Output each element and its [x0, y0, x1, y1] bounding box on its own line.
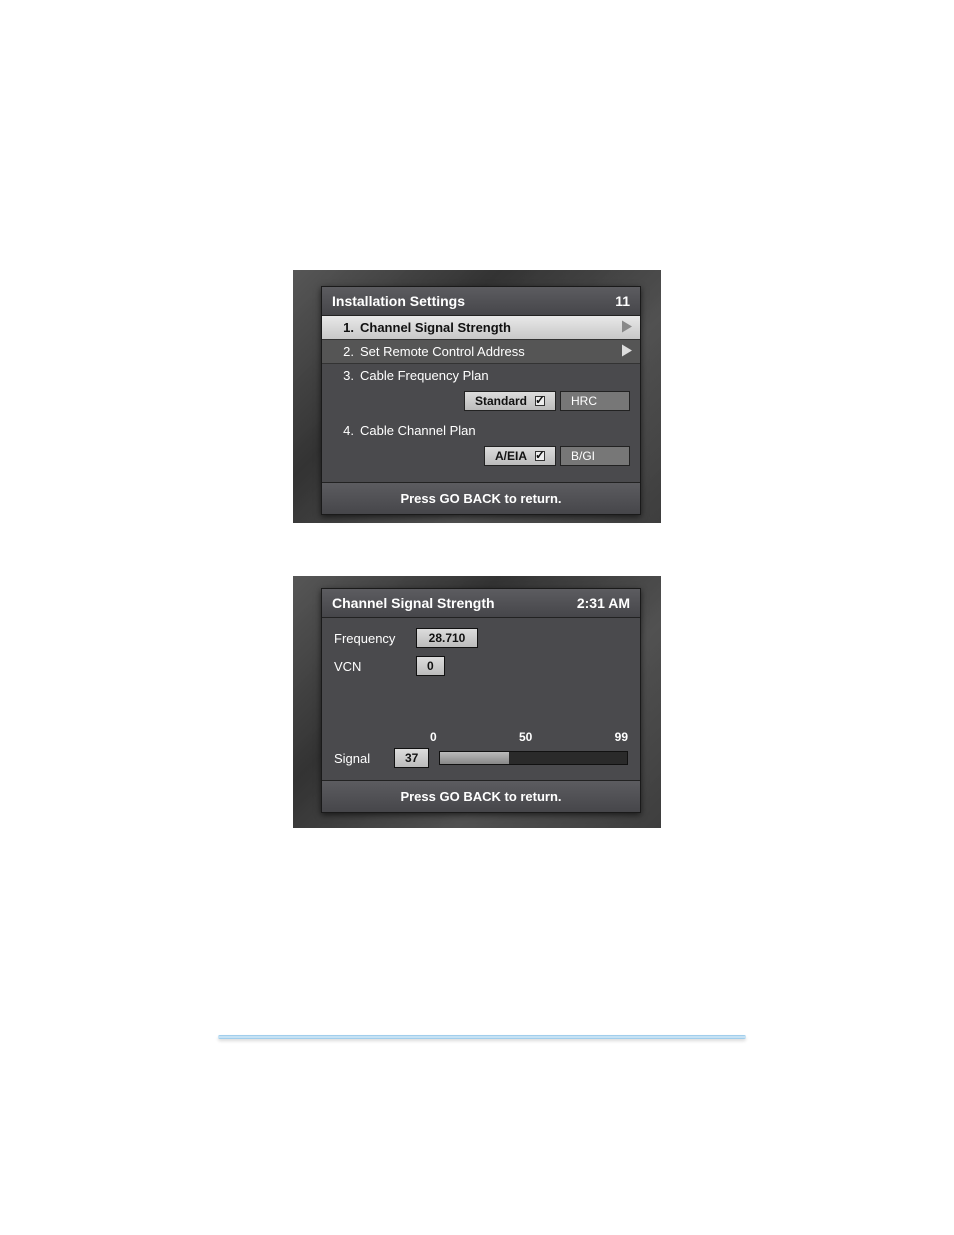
panel-title: Installation Settings — [332, 293, 465, 309]
panel-body: Frequency 28.710 VCN 0 — [322, 618, 640, 730]
signal-row: Signal 37 — [322, 746, 640, 778]
cable-frequency-options: Standard HRC — [322, 387, 640, 419]
option-label: HRC — [571, 394, 597, 408]
menu-body: 1. Channel Signal Strength 2. Set Remote… — [322, 316, 640, 480]
menu-item-number: 4. — [332, 423, 354, 438]
vcn-value[interactable]: 0 — [416, 656, 445, 676]
menu-item-number: 1. — [332, 320, 354, 335]
scale-max: 99 — [615, 730, 628, 744]
menu-item-label: Channel Signal Strength — [360, 320, 511, 335]
panel-footer: Press GO BACK to return. — [322, 780, 640, 812]
panel-time: 2:31 AM — [577, 595, 630, 611]
chevron-right-icon — [620, 343, 634, 360]
option-b-gi[interactable]: B/GI — [560, 446, 630, 466]
signal-bar — [439, 751, 628, 765]
menu-item-label: Cable Channel Plan — [360, 423, 476, 438]
menu-item-cable-channel-plan[interactable]: 4. Cable Channel Plan — [322, 419, 640, 442]
option-label: Standard — [475, 394, 527, 408]
panel-title: Channel Signal Strength — [332, 595, 495, 611]
signal-bar-fill — [440, 752, 509, 764]
menu-item-cable-frequency-plan[interactable]: 3. Cable Frequency Plan — [322, 364, 640, 387]
installation-settings-screenshot: Installation Settings 11 1. Channel Sign… — [293, 270, 661, 523]
panel-footer: Press GO BACK to return. — [322, 482, 640, 514]
channel-signal-strength-panel: Channel Signal Strength 2:31 AM Frequenc… — [321, 588, 641, 813]
panel-titlebar: Channel Signal Strength 2:31 AM — [322, 589, 640, 618]
check-icon — [535, 396, 545, 406]
panel-chapter: 11 — [615, 293, 630, 309]
scale-mid: 50 — [519, 730, 532, 744]
vcn-label: VCN — [334, 659, 404, 674]
option-standard[interactable]: Standard — [464, 391, 556, 411]
signal-value: 37 — [394, 748, 429, 768]
page-divider — [218, 1035, 746, 1039]
check-icon — [535, 451, 545, 461]
menu-item-set-remote-control-address[interactable]: 2. Set Remote Control Address — [322, 339, 640, 364]
chevron-right-icon — [620, 319, 634, 336]
signal-label: Signal — [334, 751, 384, 766]
frequency-field: Frequency 28.710 — [322, 624, 640, 652]
channel-signal-strength-screenshot: Channel Signal Strength 2:31 AM Frequenc… — [293, 576, 661, 828]
vcn-field: VCN 0 — [322, 652, 640, 680]
menu-item-label: Cable Frequency Plan — [360, 368, 489, 383]
frequency-value[interactable]: 28.710 — [416, 628, 478, 648]
panel-titlebar: Installation Settings 11 — [322, 287, 640, 316]
menu-item-number: 2. — [332, 344, 354, 359]
menu-item-number: 3. — [332, 368, 354, 383]
scale-min: 0 — [430, 730, 437, 744]
option-label: A/EIA — [495, 449, 527, 463]
option-label: B/GI — [571, 449, 595, 463]
menu-item-channel-signal-strength[interactable]: 1. Channel Signal Strength — [322, 316, 640, 339]
installation-settings-panel: Installation Settings 11 1. Channel Sign… — [321, 286, 641, 515]
menu-item-label: Set Remote Control Address — [360, 344, 525, 359]
cable-channel-options: A/EIA B/GI — [322, 442, 640, 474]
frequency-label: Frequency — [334, 631, 404, 646]
option-a-eia[interactable]: A/EIA — [484, 446, 556, 466]
signal-scale: 0 50 99 — [322, 730, 640, 746]
option-hrc[interactable]: HRC — [560, 391, 630, 411]
